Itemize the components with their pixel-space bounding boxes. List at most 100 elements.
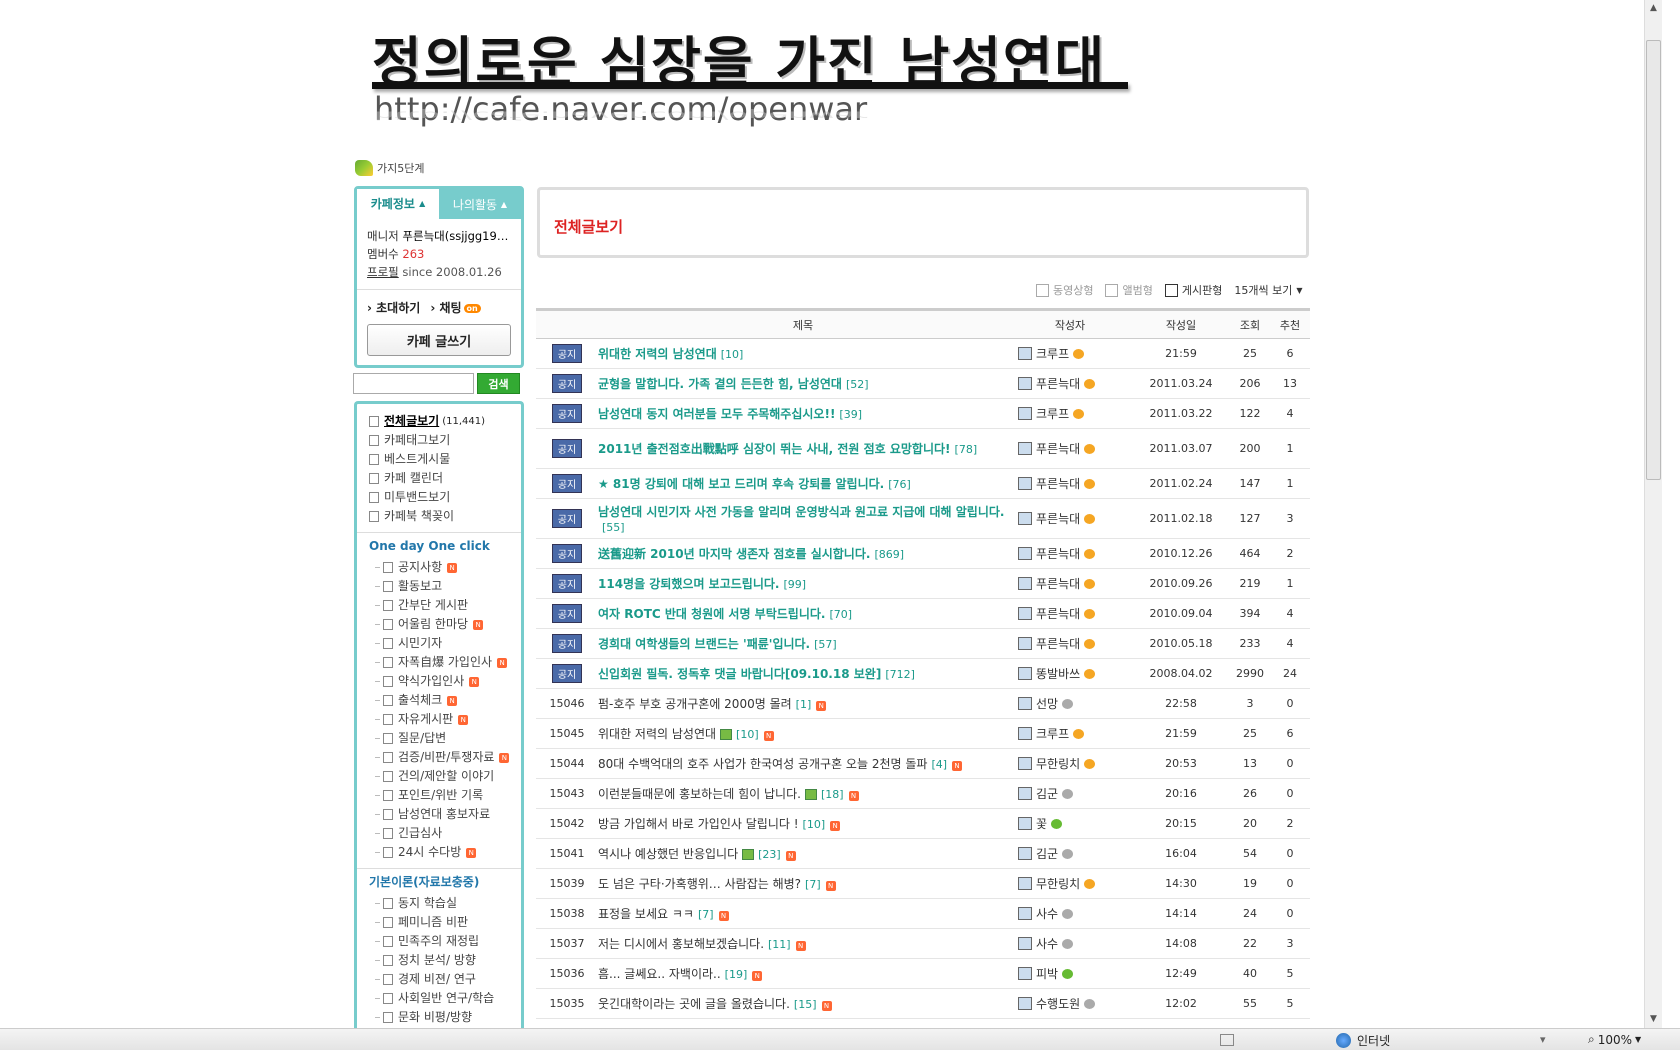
- comment-count[interactable]: [39]: [839, 408, 862, 421]
- menu-item[interactable]: 활동보고: [357, 577, 521, 596]
- comment-count[interactable]: [10]: [736, 728, 759, 741]
- menu-section-basic-theory[interactable]: 기본이론(자료보충중): [357, 868, 521, 894]
- manager-value[interactable]: 푸른늑대(ssjjgg19…: [402, 229, 508, 243]
- comment-count[interactable]: [11]: [768, 938, 791, 951]
- comment-count[interactable]: [57]: [814, 638, 837, 651]
- members-value[interactable]: 263: [402, 247, 424, 261]
- menu-item[interactable]: 미투밴드보기: [357, 488, 521, 507]
- tab-my-activity[interactable]: 나의활동 ▲: [439, 189, 521, 219]
- post-author[interactable]: 똥발바쓰: [1008, 665, 1132, 682]
- comment-count[interactable]: [76]: [888, 478, 911, 491]
- zoom-control[interactable]: ⌕ 100% ▼: [1588, 1032, 1641, 1047]
- post-title-link[interactable]: 표정을 보세요 ㅋㅋ [7] N: [598, 905, 1008, 922]
- post-author[interactable]: 수행도원: [1008, 995, 1132, 1012]
- scroll-up-icon[interactable]: ▲: [1645, 0, 1662, 17]
- post-title-link[interactable]: 80대 수백억대의 호주 사업가 한국여성 공개구혼 오늘 2천명 돌파 [4] N: [598, 755, 1008, 772]
- post-author[interactable]: 김군: [1008, 845, 1132, 862]
- scroll-down-icon[interactable]: ▼: [1645, 1011, 1662, 1028]
- menu-item[interactable]: 카페북 책꽂이: [357, 507, 521, 526]
- comment-count[interactable]: [23]: [758, 848, 781, 861]
- post-author[interactable]: 푸른늑대: [1008, 440, 1132, 457]
- post-title-link[interactable]: 114명을 강퇴했으며 보고드립니다. [99]: [598, 575, 1008, 592]
- comment-count[interactable]: [55]: [602, 521, 625, 534]
- menu-item[interactable]: 전체글보기 (11,441): [357, 412, 521, 431]
- post-title-link[interactable]: 신입회원 필독. 정독후 댓글 바랍니다[09.10.18 보완] [712]: [598, 665, 1008, 682]
- invite-link[interactable]: › 초대하기: [367, 299, 420, 316]
- post-title-link[interactable]: 이런분들때문에 홍보하는데 힘이 납니다. [18] N: [598, 785, 1008, 802]
- protected-mode-icon[interactable]: ▾: [1540, 1033, 1546, 1046]
- view-board-button[interactable]: 게시판형: [1164, 282, 1222, 298]
- menu-item[interactable]: 출석체크 N: [357, 691, 521, 710]
- menu-item[interactable]: 정치 분석/ 방향: [357, 951, 521, 970]
- post-author[interactable]: 푸른늑대: [1008, 605, 1132, 622]
- comment-count[interactable]: [7]: [805, 878, 821, 891]
- menu-item[interactable]: 동지 학습실: [357, 894, 521, 913]
- comment-count[interactable]: [99]: [783, 578, 806, 591]
- menu-item[interactable]: 공지사항 N: [357, 558, 521, 577]
- comment-count[interactable]: [712]: [885, 668, 915, 681]
- menu-item[interactable]: 베스트게시물: [357, 450, 521, 469]
- scroll-thumb[interactable]: [1646, 40, 1661, 480]
- search-input[interactable]: [353, 373, 474, 394]
- comment-count[interactable]: [18]: [821, 788, 844, 801]
- post-title-link[interactable]: 역시나 예상했던 반응입니다 [23] N: [598, 845, 1008, 862]
- post-author[interactable]: 푸른늑대: [1008, 635, 1132, 652]
- post-title-link[interactable]: 흠... 글쎄요.. 자백이라.. [19] N: [598, 965, 1008, 982]
- post-title-link[interactable]: 2011년 출전점호出戰點呼 심장이 뛰는 사내, 전원 점호 요망합니다! [7…: [598, 440, 1008, 457]
- view-album-button[interactable]: 앨범형: [1105, 282, 1153, 298]
- post-author[interactable]: 꽃: [1008, 815, 1132, 832]
- menu-item[interactable]: 간부단 게시판: [357, 596, 521, 615]
- menu-item[interactable]: 약식가입인사 N: [357, 672, 521, 691]
- post-title-link[interactable]: 방금 가입해서 바로 가입인사 달립니다 ! [10] N: [598, 815, 1008, 832]
- post-title-link[interactable]: 남성연대 동지 여러분들 모두 주목해주십시오!! [39]: [598, 405, 1008, 422]
- comment-count[interactable]: [15]: [794, 998, 817, 1011]
- post-title-link[interactable]: 저는 디시에서 홍보해보겠습니다. [11] N: [598, 935, 1008, 952]
- post-author[interactable]: 푸른늑대: [1008, 575, 1132, 592]
- menu-item[interactable]: 어울림 한마당 N: [357, 615, 521, 634]
- menu-item[interactable]: 남성연대 홍보자료: [357, 805, 521, 824]
- post-author[interactable]: 푸른늑대: [1008, 475, 1132, 492]
- comment-count[interactable]: [52]: [846, 378, 869, 391]
- cafe-banner[interactable]: 정의로운 심장을 가진 남성연대 http://cafe.naver.com/o…: [372, 18, 1132, 138]
- post-title-link[interactable]: 위대한 저력의 남성연대 [10] N: [598, 725, 1008, 742]
- comment-count[interactable]: [7]: [698, 908, 714, 921]
- menu-item[interactable]: 문화 비평/방향: [357, 1008, 521, 1027]
- vertical-scrollbar[interactable]: ▲ ▼: [1644, 0, 1662, 1028]
- post-author[interactable]: 푸른늑대: [1008, 545, 1132, 562]
- cafe-level[interactable]: 가지5단계: [355, 160, 424, 176]
- post-author[interactable]: 무한링치: [1008, 875, 1132, 892]
- comment-count[interactable]: [10]: [721, 348, 744, 361]
- menu-item[interactable]: 민족주의 재정립: [357, 932, 521, 951]
- menu-item[interactable]: 경제 비젼/ 연구: [357, 970, 521, 989]
- post-author[interactable]: 푸른늑대: [1008, 375, 1132, 392]
- post-title-link[interactable]: 균형을 말합니다. 가족 곁의 든든한 힘, 남성연대 [52]: [598, 375, 1008, 392]
- menu-item[interactable]: 카페 캘린더: [357, 469, 521, 488]
- security-zone[interactable]: 인터넷: [1336, 1032, 1390, 1049]
- chat-link[interactable]: › 채팅 on: [430, 299, 481, 316]
- post-author[interactable]: 크루프: [1008, 725, 1132, 742]
- post-title-link[interactable]: 위대한 저력의 남성연대 [10]: [598, 345, 1008, 362]
- menu-item[interactable]: 검증/비판/투쟁자료 N: [357, 748, 521, 767]
- menu-item[interactable]: 카페태그보기: [357, 431, 521, 450]
- post-author[interactable]: 푸른늑대: [1008, 510, 1132, 527]
- post-author[interactable]: 사수: [1008, 935, 1132, 952]
- menu-item[interactable]: 24시 수다방 N: [357, 843, 521, 862]
- post-title-link[interactable]: 남성연대 시민기자 사전 가동을 알리며 운영방식과 원고료 지급에 대해 알립…: [598, 503, 1008, 534]
- post-title-link[interactable]: 送舊迎新 2010년 마지막 생존자 점호를 실시합니다. [869]: [598, 545, 1008, 562]
- view-video-button[interactable]: 동영상형: [1036, 282, 1093, 298]
- comment-count[interactable]: [78]: [955, 443, 978, 456]
- menu-item[interactable]: 긴급심사: [357, 824, 521, 843]
- post-title-link[interactable]: 경희대 여학생들의 브랜드는 '패륜'입니다. [57]: [598, 635, 1008, 652]
- post-author[interactable]: 크루프: [1008, 405, 1132, 422]
- comment-count[interactable]: [1]: [796, 698, 812, 711]
- post-author[interactable]: 크루프: [1008, 345, 1132, 362]
- post-title-link[interactable]: 여자 ROTC 반대 청원에 서명 부탁드립니다. [70]: [598, 605, 1008, 622]
- menu-item[interactable]: 자폭自爆 가입인사 N: [357, 653, 521, 672]
- menu-item[interactable]: 자유게시판 N: [357, 710, 521, 729]
- write-post-button[interactable]: 카페 글쓰기: [367, 324, 511, 356]
- comment-count[interactable]: [869]: [874, 548, 904, 561]
- comment-count[interactable]: [10]: [803, 818, 826, 831]
- search-button[interactable]: 검색: [477, 373, 520, 394]
- menu-item[interactable]: 포인트/위반 기록: [357, 786, 521, 805]
- comment-count[interactable]: [19]: [725, 968, 748, 981]
